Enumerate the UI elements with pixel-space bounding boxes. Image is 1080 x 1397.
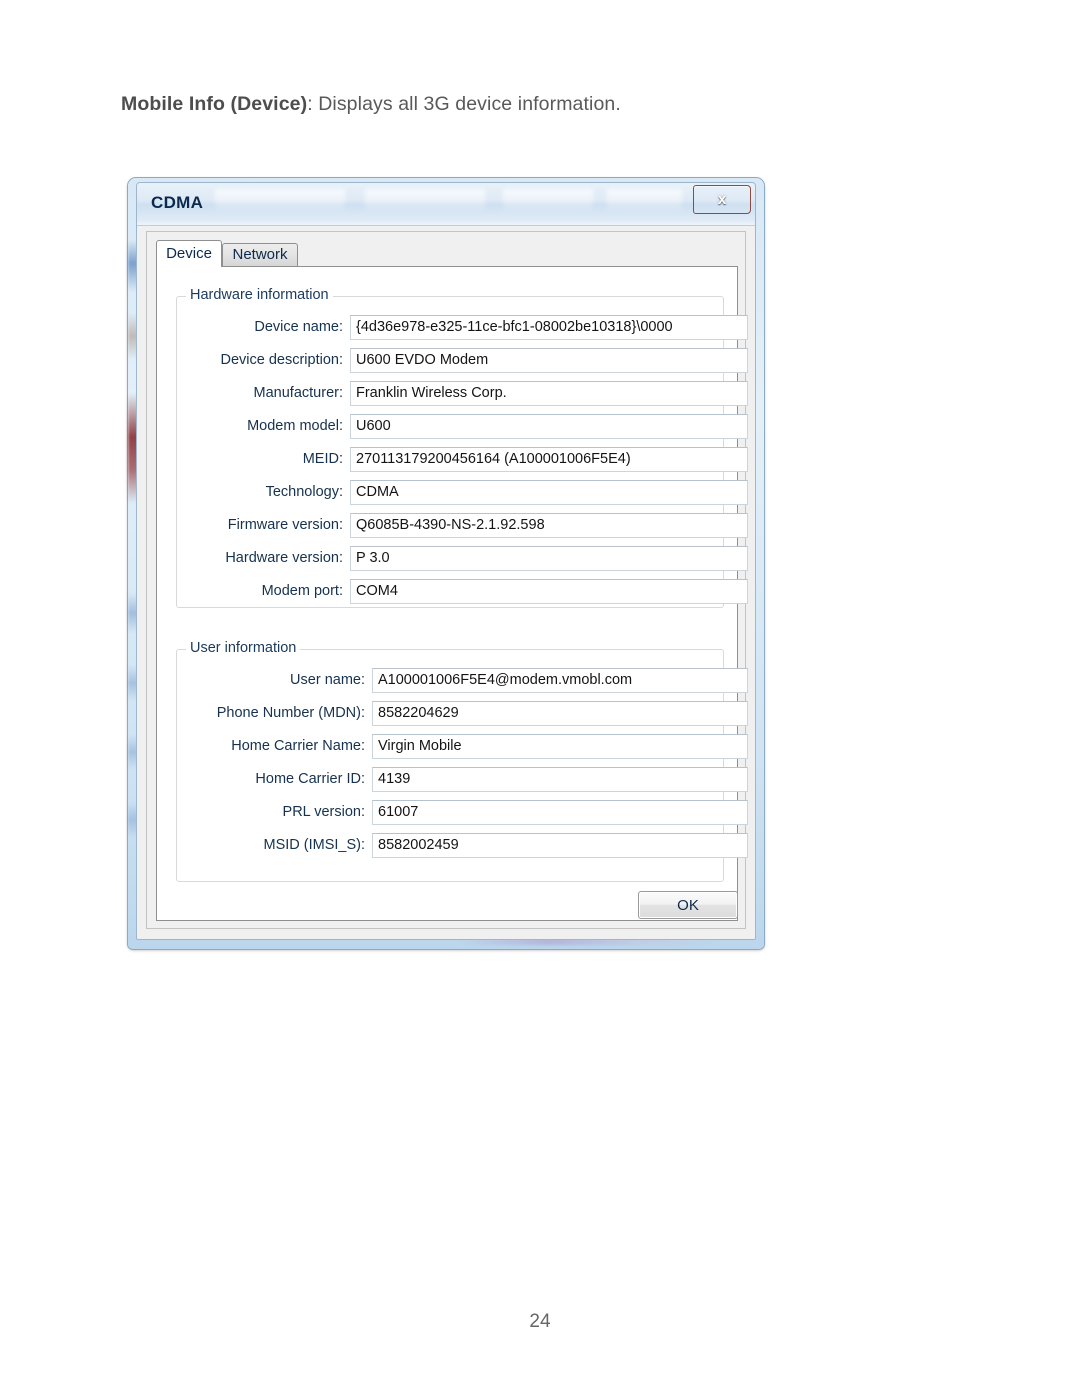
tab-strip-divider bbox=[156, 266, 738, 267]
input-device-name[interactable]: {4d36e978-e325-11ce-bfc1-08002be10318}\0… bbox=[350, 314, 748, 340]
field-row-home-carrier-name: Home Carrier Name: Virgin Mobile bbox=[193, 733, 748, 759]
group-hardware-information: Hardware information Device name: {4d36e… bbox=[176, 287, 748, 608]
ok-button[interactable]: OK bbox=[638, 891, 738, 919]
label-firmware-version: Firmware version: bbox=[227, 516, 343, 533]
tab-network[interactable]: Network bbox=[222, 243, 298, 266]
field-row-phone-number: Phone Number (MDN): 8582204629 bbox=[193, 700, 748, 726]
input-modem-port[interactable]: COM4 bbox=[350, 578, 748, 604]
active-tab-joint bbox=[157, 266, 221, 267]
field-row-home-carrier-id: Home Carrier ID: 4139 bbox=[193, 766, 748, 792]
title-bar-reflection bbox=[365, 189, 485, 211]
caption-bold-text: Mobile Info (Device) bbox=[121, 93, 308, 115]
dialog-title: CDMA bbox=[151, 193, 204, 212]
input-manufacturer[interactable]: Franklin Wireless Corp. bbox=[350, 380, 748, 406]
field-row-prl-version: PRL version: 61007 bbox=[193, 799, 748, 825]
label-device-description: Device description: bbox=[220, 351, 344, 368]
tab-device-label: Device bbox=[166, 245, 212, 262]
field-row-modem-port: Modem port: COM4 bbox=[193, 578, 748, 604]
field-row-firmware-version: Firmware version: Q6085B-4390-NS-2.1.92.… bbox=[193, 512, 748, 538]
tab-page-device: Hardware information Device name: {4d36e… bbox=[156, 266, 748, 921]
field-row-technology: Technology: CDMA bbox=[193, 479, 748, 505]
label-technology: Technology: bbox=[265, 483, 343, 500]
label-user-name: User name: bbox=[290, 671, 365, 688]
label-modem-port: Modem port: bbox=[261, 582, 343, 599]
field-row-msid: MSID (IMSI_S): 8582002459 bbox=[193, 832, 748, 858]
input-user-name[interactable]: A100001006F5E4@modem.vmobl.com bbox=[372, 667, 748, 693]
tab-network-label: Network bbox=[232, 246, 288, 263]
field-row-hardware-version: Hardware version: P 3.0 bbox=[193, 545, 748, 571]
group-user-information: User information User name: A100001006F5… bbox=[176, 640, 748, 882]
close-button[interactable]: x bbox=[693, 185, 751, 214]
aero-window-frame: CDMA x Device Network Hardware informati… bbox=[128, 178, 764, 949]
input-device-description[interactable]: U600 EVDO Modem bbox=[350, 347, 748, 373]
field-row-device-name: Device name: {4d36e978-e325-11ce-bfc1-08… bbox=[193, 314, 748, 340]
caption-rest-text: : Displays all 3G device information. bbox=[307, 93, 621, 115]
close-icon: x bbox=[717, 191, 727, 208]
label-prl-version: PRL version: bbox=[282, 803, 365, 820]
input-modem-model[interactable]: U600 bbox=[350, 413, 748, 439]
label-msid: MSID (IMSI_S): bbox=[263, 836, 365, 853]
tab-strip: Device Network bbox=[156, 240, 738, 267]
field-row-modem-model: Modem model: U600 bbox=[193, 413, 748, 439]
cdma-dialog: CDMA x Device Network Hardware informati… bbox=[136, 182, 756, 940]
label-hardware-version: Hardware version: bbox=[225, 549, 343, 566]
label-modem-model: Modem model: bbox=[247, 417, 343, 434]
field-row-manufacturer: Manufacturer: Franklin Wireless Corp. bbox=[193, 380, 748, 406]
page-caption: Mobile Info (Device): Displays all 3G de… bbox=[121, 93, 621, 116]
input-phone-number[interactable]: 8582204629 bbox=[372, 700, 748, 726]
label-meid: MEID: bbox=[302, 450, 343, 467]
input-msid[interactable]: 8582002459 bbox=[372, 832, 748, 858]
title-bar-reflection bbox=[607, 189, 682, 211]
title-bar-reflection bbox=[503, 189, 593, 211]
input-hardware-version[interactable]: P 3.0 bbox=[350, 545, 748, 571]
dialog-client-area: Device Network Hardware information Devi… bbox=[146, 231, 748, 929]
input-home-carrier-id[interactable]: 4139 bbox=[372, 766, 748, 792]
label-manufacturer: Manufacturer: bbox=[253, 384, 343, 401]
field-row-user-name: User name: A100001006F5E4@modem.vmobl.co… bbox=[193, 667, 748, 693]
input-technology[interactable]: CDMA bbox=[350, 479, 748, 505]
group-hardware-title: Hardware information bbox=[186, 287, 333, 303]
tab-device[interactable]: Device bbox=[156, 240, 222, 267]
input-firmware-version[interactable]: Q6085B-4390-NS-2.1.92.598 bbox=[350, 512, 748, 538]
input-prl-version[interactable]: 61007 bbox=[372, 799, 748, 825]
input-home-carrier-name[interactable]: Virgin Mobile bbox=[372, 733, 748, 759]
group-user-title: User information bbox=[186, 640, 301, 656]
label-home-carrier-id: Home Carrier ID: bbox=[255, 770, 365, 787]
page-number: 24 bbox=[529, 1311, 551, 1332]
title-bar-reflection bbox=[215, 189, 345, 211]
label-phone-number: Phone Number (MDN): bbox=[216, 704, 365, 721]
input-meid[interactable]: 270113179200456164 (A100001006F5E4) bbox=[350, 446, 748, 472]
dialog-title-bar[interactable]: CDMA x bbox=[137, 183, 755, 226]
field-row-meid: MEID: 270113179200456164 (A100001006F5E4… bbox=[193, 446, 748, 472]
label-home-carrier-name: Home Carrier Name: bbox=[231, 737, 365, 754]
label-device-name: Device name: bbox=[254, 318, 343, 335]
field-row-device-description: Device description: U600 EVDO Modem bbox=[193, 347, 748, 373]
